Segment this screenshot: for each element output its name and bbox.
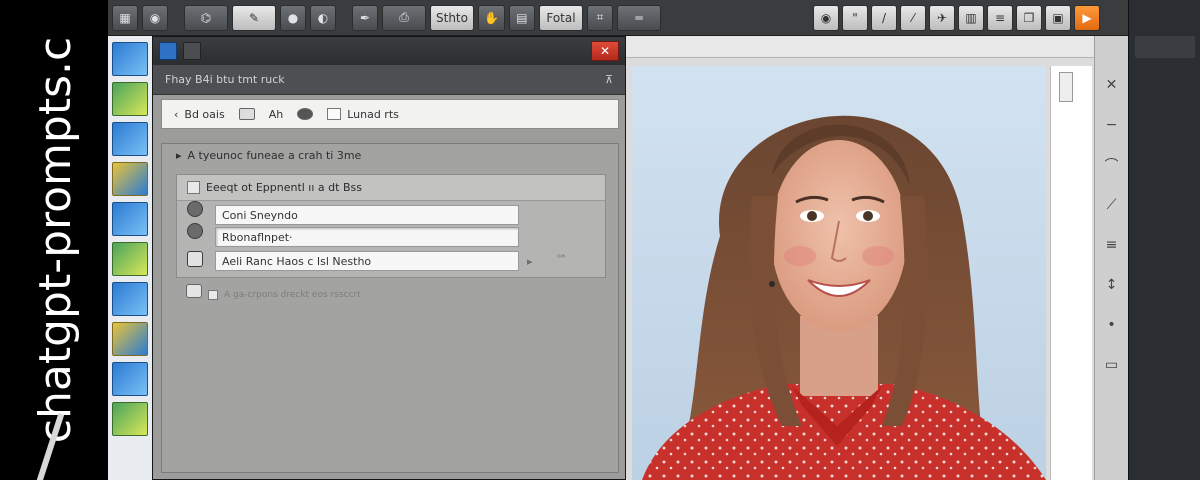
nav-view[interactable]: [238, 108, 255, 120]
section-checkbox[interactable]: [187, 181, 200, 194]
toolbar-button-stop[interactable]: ◉: [142, 4, 168, 31]
screen: chatgpt-prompts.c ▦ ◉ ⌬ ✎ ● ◐ ✒ ⎙ Sthto …: [0, 0, 1200, 480]
hint-row: A ga-crpons dreckt eos rssccrt: [188, 290, 361, 300]
field-value: ᵒᵃ: [557, 253, 566, 264]
thumbnail[interactable]: [112, 162, 148, 196]
toolbar-button-edit[interactable]: ✎: [232, 4, 276, 31]
toolbar-button-crop[interactable]: ⌗: [586, 4, 613, 31]
slash-icon[interactable]: ⁄: [900, 5, 926, 31]
rail-tab[interactable]: [1135, 36, 1195, 58]
toolbar-button-doc[interactable]: ▤: [508, 4, 535, 31]
app-icon: [159, 42, 177, 60]
thumbnail-column: [108, 36, 152, 480]
copy-icon[interactable]: ❐: [1016, 5, 1042, 31]
dot-icon[interactable]: •: [1103, 316, 1121, 334]
group-header: ▸ A tyeunoc funeae a crah ti 3me: [162, 144, 618, 166]
thumbnail[interactable]: [112, 202, 148, 236]
nav-option[interactable]: Lunad rts: [327, 108, 399, 121]
quote-icon[interactable]: ": [842, 5, 868, 31]
thumbnail[interactable]: [112, 122, 148, 156]
ruler: [626, 36, 1094, 58]
page-marker: [1059, 72, 1073, 102]
arrows-icon[interactable]: ↕: [1103, 276, 1121, 294]
toolbar-button-print[interactable]: ⎙: [382, 4, 426, 31]
dialog-body: ‹ Bd oais Ah Lunad rts ▸ A tyeunoc funea…: [153, 95, 625, 479]
toolbar-right-group: ◉ " / ⁄ ✈ ▥ ≡ ❐ ▣ ▶: [813, 5, 1100, 31]
thumbnail[interactable]: [112, 362, 148, 396]
brush-icon[interactable]: ⟋: [1103, 196, 1121, 214]
portrait-photo[interactable]: [632, 66, 1046, 480]
portrait-illustration: [632, 66, 1046, 480]
toolbar-button-fotal[interactable]: Fotal: [538, 4, 583, 31]
settings-dialog: ✕ Fhay B4i btu tmt ruck ⊼ ‹ Bd oais Ah L…: [152, 36, 626, 480]
editor-canvas: ✕ − ⌒ ⟋ ≡ ↕ • ▭: [626, 36, 1128, 480]
toolbar-button-bulb[interactable]: ●: [280, 4, 306, 31]
adjust-icon[interactable]: ≡: [1103, 236, 1121, 254]
window-menu-icon[interactable]: [183, 42, 201, 60]
nav-toggle[interactable]: [297, 108, 314, 120]
record-icon[interactable]: ◉: [813, 5, 839, 31]
dialog-subtitle: Fhay B4i btu tmt ruck: [165, 73, 285, 86]
toolbar-button-palette[interactable]: ◐: [310, 4, 336, 31]
thumbnail[interactable]: [112, 242, 148, 276]
chart-icon[interactable]: ▥: [958, 5, 984, 31]
toolbar-button-brush[interactable]: ✋: [478, 4, 505, 31]
nav-back[interactable]: ‹ Bd oais: [174, 108, 225, 121]
minus-icon[interactable]: −: [1103, 116, 1121, 134]
right-rail: [1128, 0, 1200, 480]
thumbnail[interactable]: [112, 42, 148, 76]
close-icon[interactable]: ✕: [1103, 76, 1121, 94]
nav-item-label: Lunad rts: [347, 107, 399, 121]
view-icon: [238, 108, 255, 120]
thumbnail[interactable]: [112, 322, 148, 356]
toolbar-button-ruler[interactable]: ═: [616, 4, 661, 31]
dialog-titlebar[interactable]: ✕: [153, 37, 625, 65]
italic-icon[interactable]: /: [871, 5, 897, 31]
toolbar-button-sthto[interactable]: Sthto: [430, 4, 474, 31]
nav-item-label: Bd oais: [184, 107, 225, 121]
section-title: Eeeqt ot Eppnentl ıı a dt Bss: [206, 181, 362, 194]
toolbar-button-grid[interactable]: ▦: [112, 4, 138, 31]
pin-icon[interactable]: ⊼: [605, 73, 613, 86]
field-arrow-icon[interactable]: ▸: [527, 255, 533, 268]
thumbnail[interactable]: [112, 402, 148, 436]
export-icon[interactable]: ▶: [1074, 5, 1100, 31]
toolbar-button-pen[interactable]: ✒: [352, 4, 378, 31]
settings-section: Eeeqt ot Eppnentl ıı a dt Bss Coni Sneyn…: [176, 174, 606, 278]
close-button[interactable]: ✕: [591, 41, 619, 61]
section-header: Eeeqt ot Eppnentl ıı a dt Bss: [177, 175, 605, 201]
settings-group: ▸ A tyeunoc funeae a crah ti 3me Eeeqt o…: [161, 143, 619, 473]
field-3[interactable]: Aeli Ranc Haos c Isl Nestho: [215, 251, 519, 271]
bird-icon[interactable]: ✈: [929, 5, 955, 31]
radio-icon[interactable]: [187, 223, 203, 239]
toolbar-button-stamp[interactable]: ⌬: [184, 4, 228, 31]
nav-ah[interactable]: Ah: [269, 108, 284, 121]
main-toolbar: ▦ ◉ ⌬ ✎ ● ◐ ✒ ⎙ Sthto ✋ ▤ Fotal ⌗ ═ ◉ " …: [108, 0, 1128, 36]
thumbnail[interactable]: [112, 282, 148, 316]
expand-icon[interactable]: ▸: [176, 149, 182, 162]
thumbnail[interactable]: [112, 82, 148, 116]
back-arrow-icon: ‹: [174, 107, 179, 121]
radio-icon[interactable]: [187, 201, 203, 217]
pen-tool-icon[interactable]: [187, 251, 203, 267]
nav-item-label: Ah: [268, 107, 284, 121]
dialog-nav-bar: ‹ Bd oais Ah Lunad rts: [161, 99, 619, 129]
field-1[interactable]: Coni Sneyndo: [215, 205, 519, 225]
hint-text: A ga-crpons dreckt eos rssccrt: [224, 290, 361, 300]
field-2[interactable]: Rbonaflnpet·: [215, 227, 519, 247]
cylinder-icon[interactable]: ▭: [1103, 356, 1121, 374]
watermark-text: chatgpt-prompts.c: [30, 36, 81, 444]
checkbox[interactable]: [327, 108, 342, 120]
watermark-strip: chatgpt-prompts.c: [0, 0, 108, 480]
window-icon[interactable]: ▣: [1045, 5, 1071, 31]
cursor-icon[interactable]: ⌒: [1103, 156, 1121, 174]
hint-checkbox[interactable]: [208, 290, 218, 300]
dialog-subbar: Fhay B4i btu tmt ruck ⊼: [153, 65, 625, 95]
right-tools: ✕ − ⌒ ⟋ ≡ ↕ • ▭: [1094, 36, 1128, 480]
toggle-icon: [297, 108, 314, 120]
group-title: A tyeunoc funeae a crah ti 3me: [187, 148, 362, 162]
list-icon[interactable]: ≡: [987, 5, 1013, 31]
page-edge: [1050, 66, 1092, 480]
